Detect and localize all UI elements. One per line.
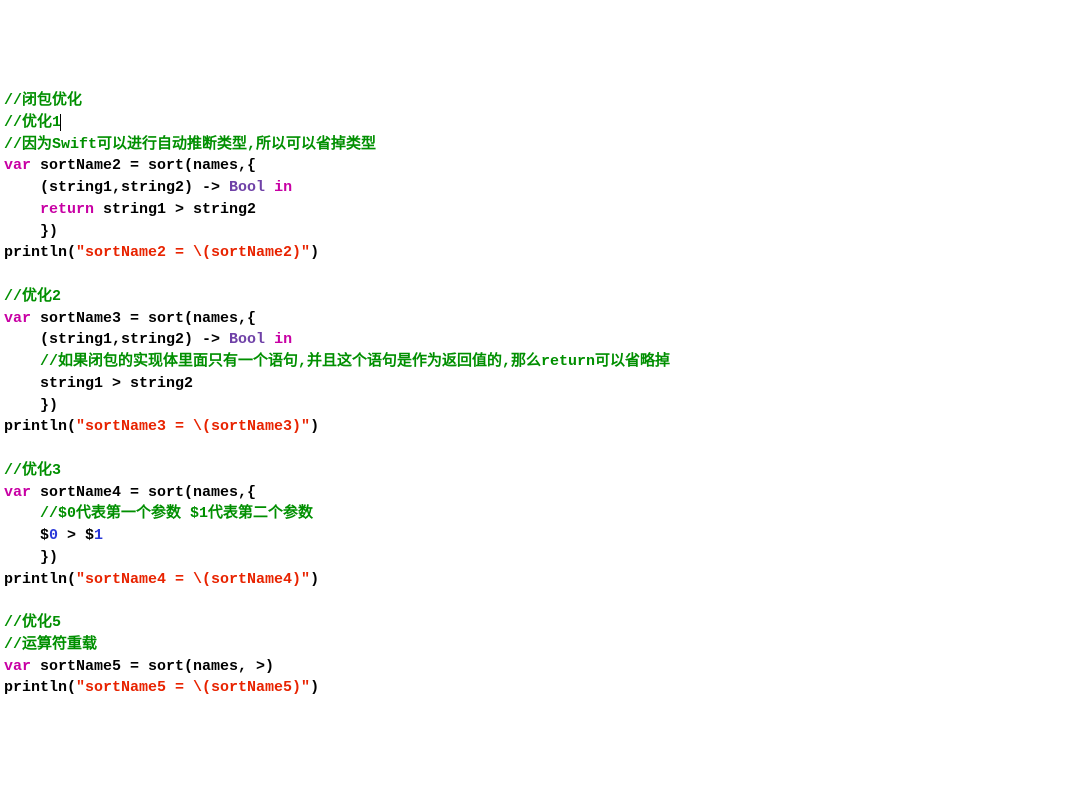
code-text: ): [310, 679, 319, 696]
text-cursor: [60, 114, 61, 131]
code-text: println(: [4, 418, 76, 435]
comment-line: //$0代表第一个参数 $1代表第二个参数: [4, 505, 313, 522]
comment-line: //优化5: [4, 614, 61, 631]
code-text: string1 > string2: [4, 375, 193, 392]
code-text: println(: [4, 244, 76, 261]
comment-line: //优化1: [4, 114, 61, 131]
string-literal: "sortName3 = \(sortName3)": [76, 418, 310, 435]
code-text: }): [4, 223, 58, 240]
code-text: string1 > string2: [94, 201, 256, 218]
comment-line: //闭包优化: [4, 92, 82, 109]
comment-line: //运算符重载: [4, 636, 97, 653]
code-text: sortName2 = sort(names,{: [31, 157, 256, 174]
code-text: println(: [4, 571, 76, 588]
keyword-var: var: [4, 658, 31, 675]
code-text: sortName3 = sort(names,{: [31, 310, 256, 327]
keyword-in: in: [265, 179, 292, 196]
code-text: println(: [4, 679, 76, 696]
code-text: (string1,string2) ->: [4, 331, 229, 348]
keyword-var: var: [4, 310, 31, 327]
string-literal: "sortName4 = \(sortName4)": [76, 571, 310, 588]
code-text: (string1,string2) ->: [4, 179, 229, 196]
code-text: }): [4, 397, 58, 414]
comment-line: //如果闭包的实现体里面只有一个语句,并且这个语句是作为返回值的,那么retur…: [4, 353, 670, 370]
comment-line: //优化3: [4, 462, 61, 479]
keyword-var: var: [4, 157, 31, 174]
code-text: sortName5 = sort(names, >): [31, 658, 274, 675]
code-text: $: [4, 527, 49, 544]
keyword-return: return: [4, 201, 94, 218]
code-block: //闭包优化 //优化1 //因为Swift可以进行自动推断类型,所以可以省掉类…: [4, 90, 1073, 699]
code-text: }): [4, 549, 58, 566]
code-text: > $: [58, 527, 94, 544]
code-text: sortName4 = sort(names,{: [31, 484, 256, 501]
number-literal: 1: [94, 527, 103, 544]
type-bool: Bool: [229, 331, 265, 348]
string-literal: "sortName2 = \(sortName2)": [76, 244, 310, 261]
code-text: ): [310, 418, 319, 435]
code-text: ): [310, 244, 319, 261]
code-text: ): [310, 571, 319, 588]
comment-line: //优化2: [4, 288, 61, 305]
keyword-in: in: [265, 331, 292, 348]
string-literal: "sortName5 = \(sortName5)": [76, 679, 310, 696]
number-literal: 0: [49, 527, 58, 544]
comment-line: //因为Swift可以进行自动推断类型,所以可以省掉类型: [4, 136, 376, 153]
type-bool: Bool: [229, 179, 265, 196]
keyword-var: var: [4, 484, 31, 501]
